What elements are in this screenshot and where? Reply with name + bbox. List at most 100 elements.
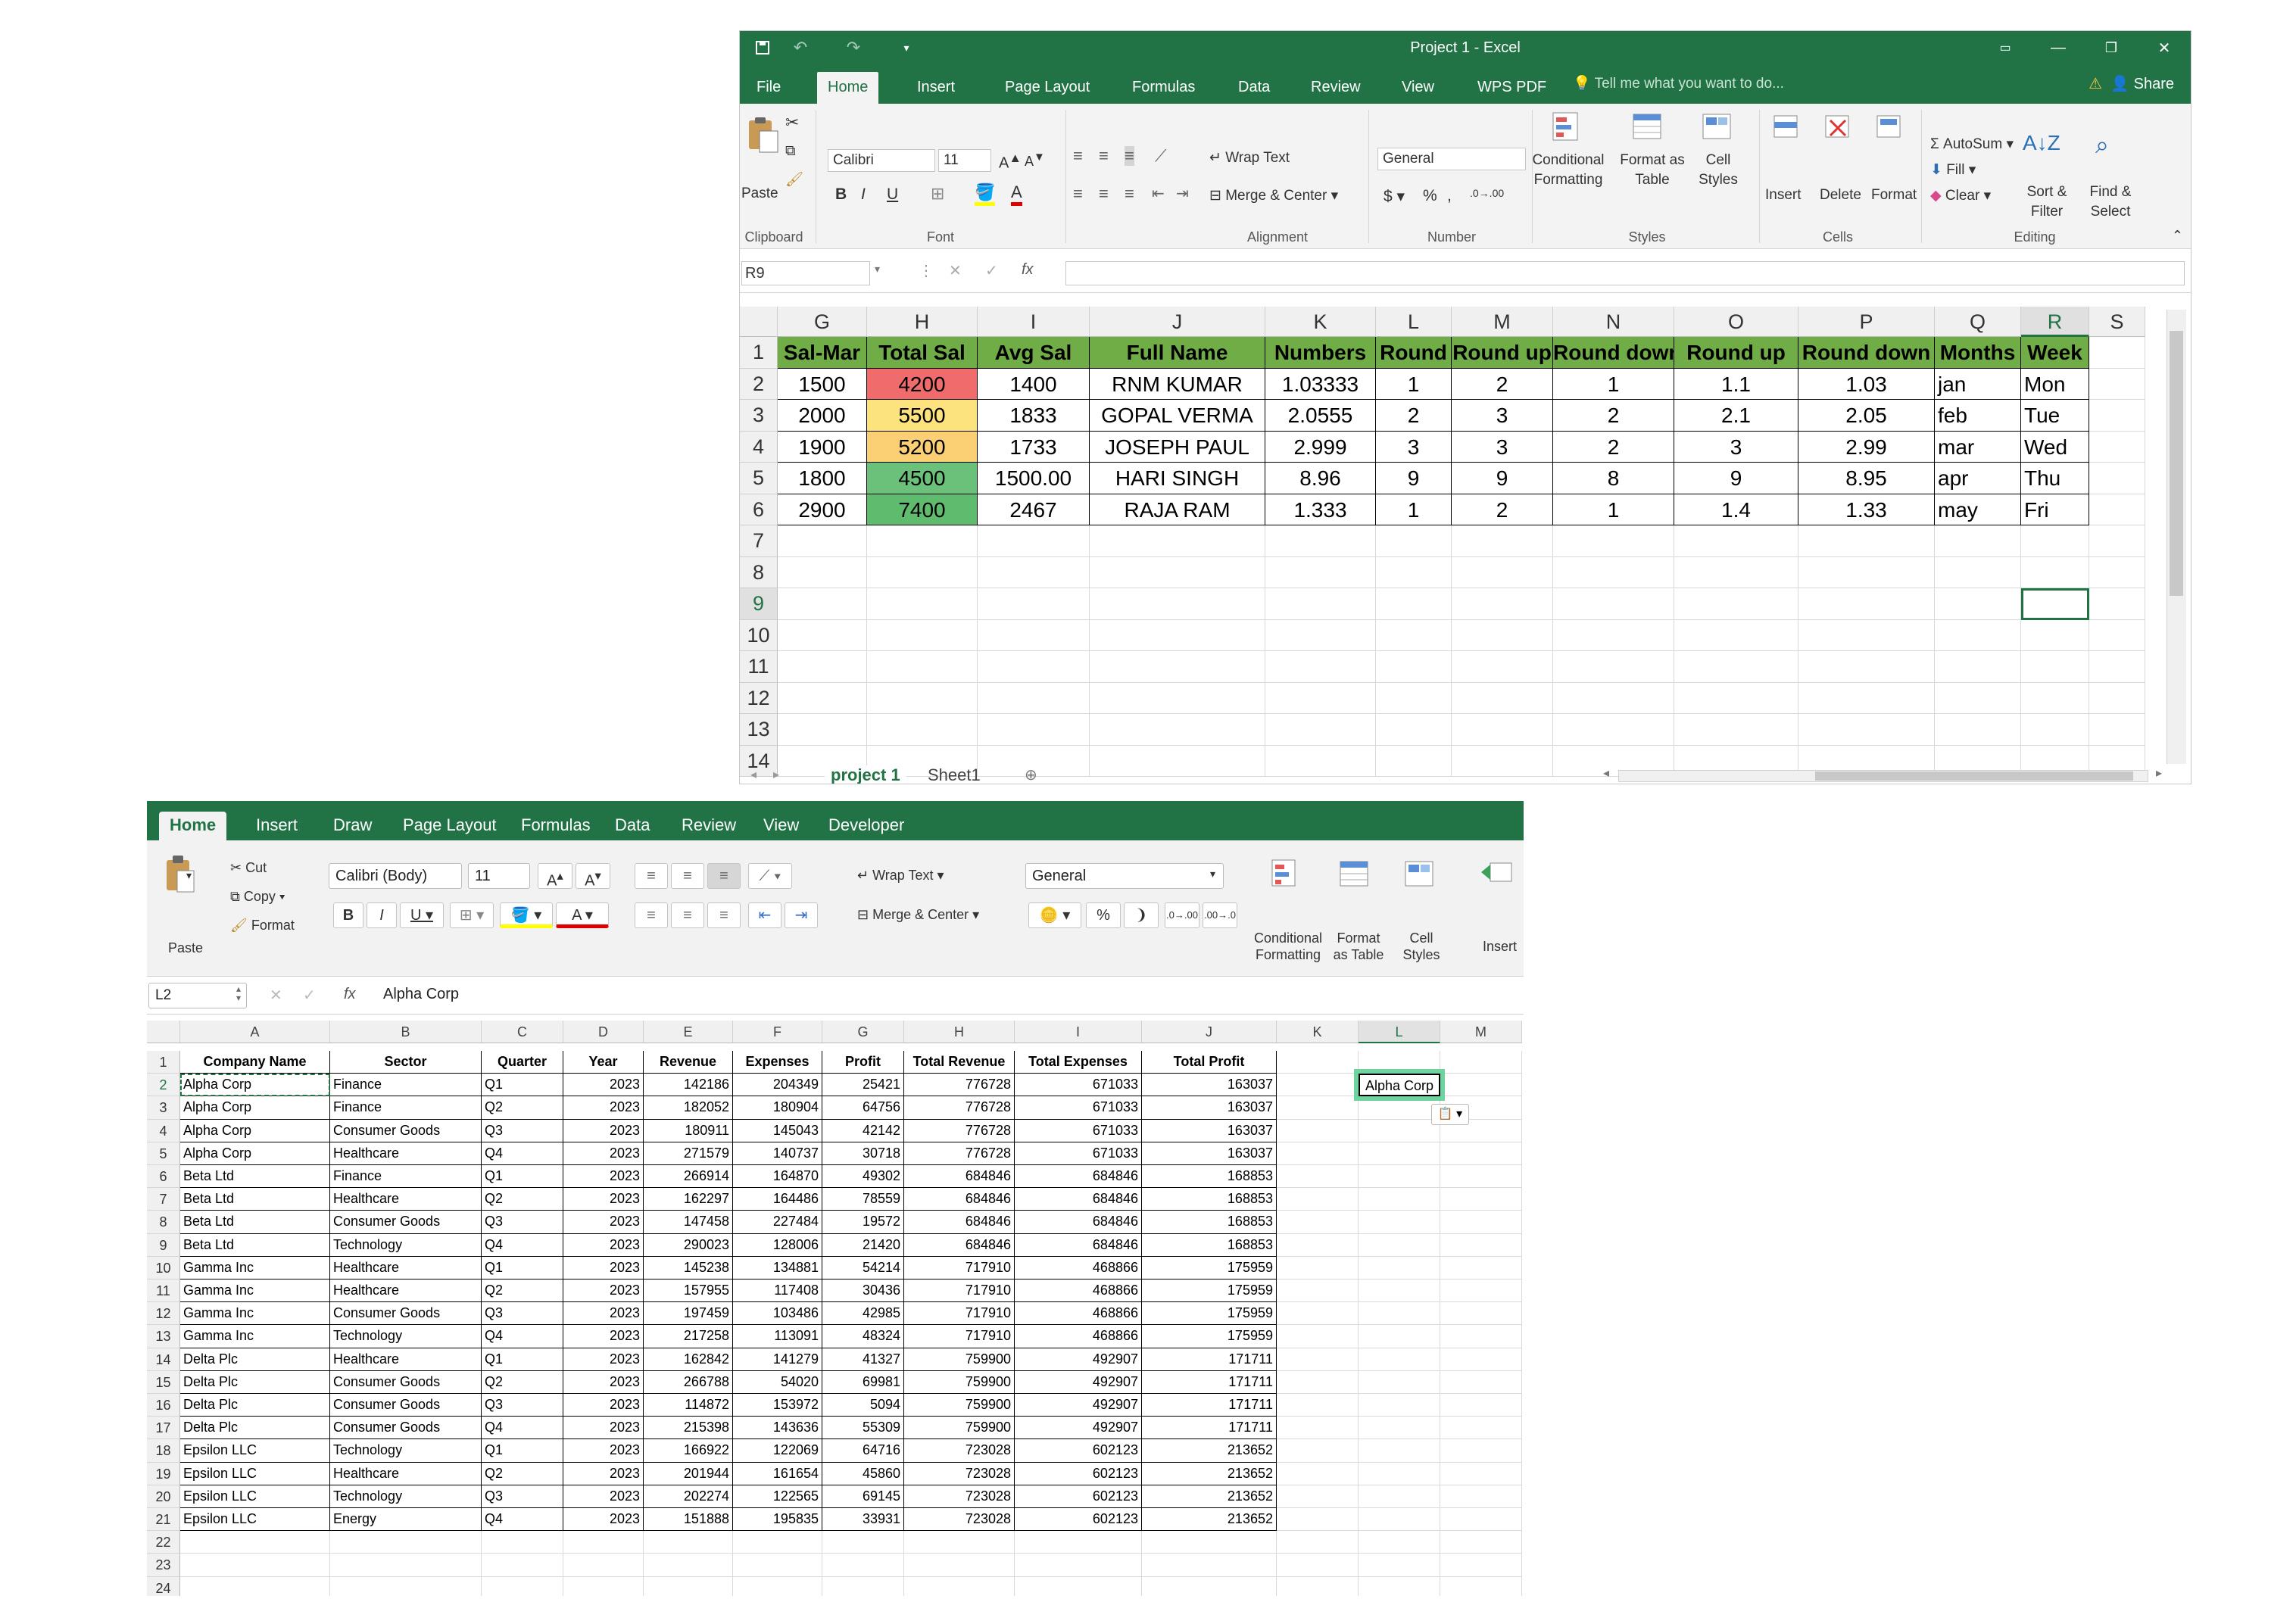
data-cell[interactable]: Q4	[482, 1233, 563, 1257]
data-cell[interactable]: 2023	[563, 1074, 644, 1097]
data-cell[interactable]: Q2	[482, 1188, 563, 1211]
insert-function-icon[interactable]: fx	[344, 986, 356, 1003]
data-cell[interactable]: Q4	[482, 1142, 563, 1165]
data-cell[interactable]: 2023	[563, 1325, 644, 1348]
data-cell[interactable]: 1500	[778, 368, 867, 400]
data-cell[interactable]: 671033	[1015, 1096, 1142, 1120]
data-cell[interactable]: 2467	[978, 494, 1090, 525]
empty-cell[interactable]	[2089, 556, 2145, 588]
data-cell[interactable]: Q3	[482, 1302, 563, 1326]
data-cell[interactable]: RNM KUMAR	[1090, 368, 1265, 400]
empty-cell[interactable]	[978, 525, 1090, 557]
name-box[interactable]: L2	[148, 983, 247, 1008]
empty-cell[interactable]	[1142, 1554, 1277, 1577]
data-cell[interactable]: Consumer Goods	[330, 1119, 482, 1142]
data-cell[interactable]: 684846	[904, 1165, 1015, 1189]
find-select-icon[interactable]: ⌕	[2095, 131, 2109, 160]
empty-cell[interactable]	[1090, 588, 1265, 620]
data-cell[interactable]: GOPAL VERMA	[1090, 400, 1265, 432]
column-header-l[interactable]: L	[1376, 307, 1452, 337]
empty-cell[interactable]	[1265, 682, 1376, 714]
data-cell[interactable]: 2.999	[1265, 431, 1376, 463]
select-all-corner[interactable]	[740, 307, 778, 337]
name-box[interactable]: R9	[741, 261, 870, 285]
data-cell[interactable]: Epsilon LLC	[180, 1462, 330, 1485]
paste-icon[interactable]	[744, 116, 781, 153]
empty-cell[interactable]	[1277, 1508, 1359, 1532]
empty-cell[interactable]	[1277, 1439, 1359, 1463]
empty-cell[interactable]	[1277, 1348, 1359, 1371]
column-header-i[interactable]: I	[978, 307, 1090, 337]
data-cell[interactable]: 684846	[1015, 1165, 1142, 1189]
empty-cell[interactable]	[1674, 556, 1798, 588]
data-cell[interactable]: 1733	[978, 431, 1090, 463]
data-cell[interactable]: 140737	[733, 1142, 822, 1165]
empty-cell[interactable]	[1277, 1074, 1359, 1097]
data-cell[interactable]: 215398	[644, 1417, 733, 1440]
data-cell[interactable]: 1.03	[1798, 368, 1935, 400]
empty-cell[interactable]	[1440, 1280, 1522, 1303]
tab-page-layout[interactable]: Page Layout	[392, 812, 507, 840]
empty-cell[interactable]	[1359, 1233, 1440, 1257]
row-header-21[interactable]: 21	[147, 1508, 180, 1532]
row-header-13[interactable]: 13	[740, 714, 778, 746]
data-cell[interactable]: 2023	[563, 1165, 644, 1189]
data-cell[interactable]: Healthcare	[330, 1280, 482, 1303]
cancel-icon[interactable]: ✕	[949, 261, 962, 280]
data-cell[interactable]: 468866	[1015, 1325, 1142, 1348]
data-cell[interactable]: Q3	[482, 1211, 563, 1234]
number-format-combo[interactable]: General	[1377, 148, 1526, 170]
empty-cell[interactable]	[978, 619, 1090, 651]
data-cell[interactable]: 717910	[904, 1256, 1015, 1280]
fill-button[interactable]: ⬇ Fill ▾	[1930, 161, 1976, 179]
row-header-10[interactable]: 10	[740, 619, 778, 651]
empty-cell[interactable]	[1359, 1462, 1440, 1485]
data-cell[interactable]: Q3	[482, 1119, 563, 1142]
data-cell[interactable]: 163037	[1142, 1119, 1277, 1142]
empty-cell[interactable]	[1798, 682, 1935, 714]
header-cell[interactable]: Numbers	[1265, 337, 1376, 369]
cell-styles-button[interactable]: Cell Styles	[1689, 151, 1747, 190]
empty-cell[interactable]	[1359, 1256, 1440, 1280]
data-cell[interactable]: 2900	[778, 494, 867, 525]
italic-button[interactable]: I	[367, 902, 397, 928]
empty-cell[interactable]	[1359, 1485, 1440, 1508]
data-cell[interactable]: 8.96	[1265, 463, 1376, 494]
data-cell[interactable]: 2023	[563, 1417, 644, 1440]
data-cell[interactable]: Technology	[330, 1439, 482, 1463]
empty-cell[interactable]	[904, 1554, 1015, 1577]
data-cell[interactable]: 168853	[1142, 1211, 1277, 1234]
data-cell[interactable]: 2023	[563, 1119, 644, 1142]
column-header-o[interactable]: O	[1674, 307, 1798, 337]
empty-cell[interactable]	[778, 682, 867, 714]
data-cell[interactable]: Delta Plc	[180, 1348, 330, 1371]
data-cell[interactable]: 2023	[563, 1462, 644, 1485]
empty-cell[interactable]	[1090, 714, 1265, 746]
data-cell[interactable]: 8.95	[1798, 463, 1935, 494]
header-cell[interactable]: Week	[2021, 337, 2089, 369]
empty-cell[interactable]	[1440, 1462, 1522, 1485]
data-cell[interactable]: 54214	[822, 1256, 904, 1280]
data-cell[interactable]: 157955	[644, 1280, 733, 1303]
empty-cell[interactable]	[1935, 556, 2021, 588]
data-cell[interactable]: 213652	[1142, 1439, 1277, 1463]
data-cell[interactable]: Healthcare	[330, 1462, 482, 1485]
data-cell[interactable]: 162842	[644, 1348, 733, 1371]
data-cell[interactable]: 9	[1376, 463, 1452, 494]
data-cell[interactable]: Epsilon LLC	[180, 1439, 330, 1463]
empty-cell[interactable]	[867, 619, 978, 651]
empty-cell[interactable]	[1359, 1370, 1440, 1394]
empty-cell[interactable]	[1277, 1142, 1359, 1165]
font-color-icon[interactable]: A	[1011, 182, 1022, 206]
data-cell[interactable]: 182052	[644, 1096, 733, 1120]
data-cell[interactable]: 69145	[822, 1485, 904, 1508]
empty-cell[interactable]	[1359, 1508, 1440, 1532]
fill-color-icon[interactable]: 🪣	[975, 182, 996, 206]
bold-button[interactable]: B	[333, 902, 363, 928]
data-cell[interactable]: 163037	[1142, 1142, 1277, 1165]
enter-icon[interactable]: ✓	[303, 986, 316, 1005]
increase-font-icon[interactable]: A▲	[999, 151, 1022, 173]
tab-home[interactable]: Home	[817, 72, 879, 104]
format-as-table-button[interactable]: Format as Table	[1611, 151, 1694, 190]
data-cell[interactable]: 166922	[644, 1439, 733, 1463]
